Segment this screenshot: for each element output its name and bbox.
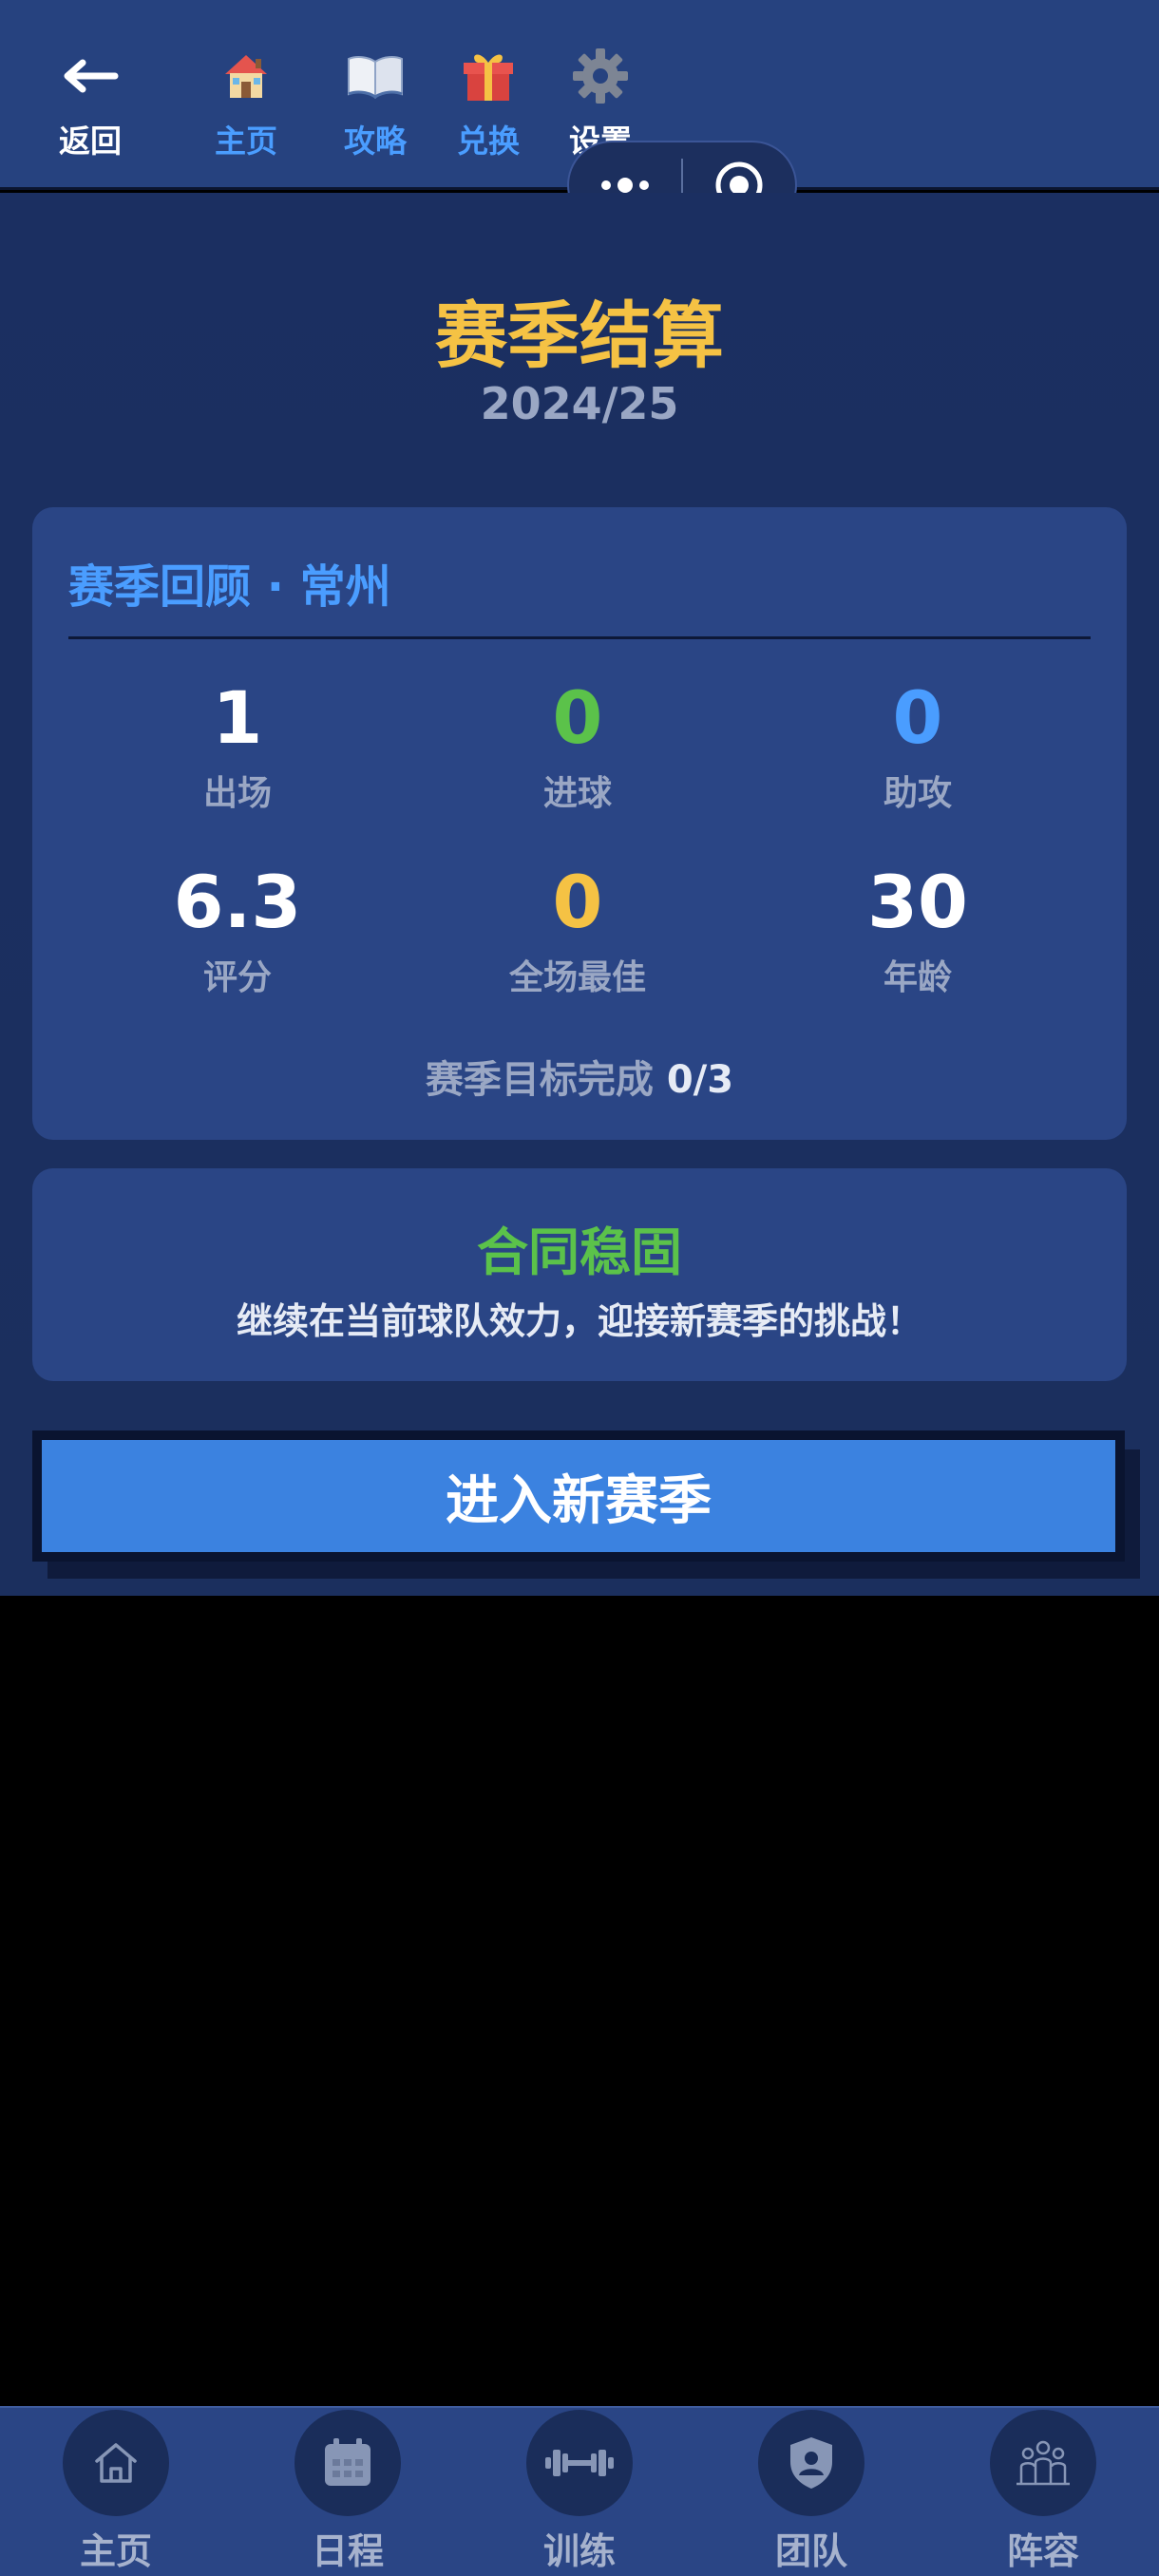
- review-heading: 赛季回顾 · 常州: [68, 560, 391, 614]
- calendar-icon: [325, 2438, 370, 2486]
- shield-user-icon: [790, 2437, 832, 2489]
- stat-goals-label: 进球: [542, 773, 612, 813]
- page-title: 赛季结算: [435, 294, 724, 378]
- stat-motm-label: 全场最佳: [508, 957, 646, 997]
- nav-home-button[interactable]: 主页: [184, 38, 308, 161]
- review-divider: [68, 636, 1091, 639]
- season-goal-value: 0/3: [666, 1058, 734, 1102]
- book-icon: [348, 56, 403, 99]
- stat-age-value: 30: [867, 860, 968, 944]
- stat-motm-value: 0: [552, 860, 603, 944]
- home-icon: [95, 2443, 137, 2483]
- contract-status-card: 合同稳固 继续在当前球队效力，迎接新赛季的挑战！: [32, 1168, 1127, 1381]
- enter-new-season-button[interactable]: 进入新赛季: [32, 1430, 1125, 1562]
- nav-back-label: 返回: [59, 123, 122, 160]
- contract-title: 合同稳固: [477, 1222, 682, 1282]
- nav-redeem-button[interactable]: 兑换: [427, 38, 550, 161]
- gear-icon: [573, 48, 628, 104]
- stat-assists-value: 0: [892, 675, 943, 760]
- season-goal-label: 赛季目标完成: [425, 1058, 654, 1102]
- tab-training[interactable]: 训练: [484, 2408, 674, 2574]
- back-arrow-icon: [64, 59, 119, 93]
- contract-message: 继续在当前球队效力，迎接新赛季的挑战！: [236, 1300, 922, 1342]
- stat-assists: 0 助攻: [775, 678, 1060, 815]
- nav-guide-label: 攻略: [344, 123, 407, 160]
- nav-home-label: 主页: [215, 123, 277, 160]
- nav-guide-button[interactable]: 攻略: [314, 38, 437, 161]
- house-icon: [225, 55, 267, 98]
- stat-motm: 0 全场最佳: [435, 862, 720, 999]
- stat-appearances-label: 出场: [202, 773, 272, 813]
- stat-rating-label: 评分: [202, 957, 272, 997]
- bottom-tab-bar: 主页 日程 训练 团队 阵容: [0, 2406, 1159, 2576]
- tab-home[interactable]: 主页: [21, 2408, 211, 2574]
- stat-goals-value: 0: [552, 675, 603, 760]
- tab-home-label: 主页: [79, 2530, 152, 2572]
- tab-team-label: 团队: [774, 2530, 847, 2572]
- season-review-card: 赛季回顾 · 常州 1 出场 0 进球 0 助攻 6.3 评分 0 全场最佳 3…: [32, 507, 1127, 1140]
- gift-icon: [464, 54, 513, 101]
- season-goal-progress: 赛季目标完成 0/3: [32, 1049, 1127, 1104]
- stat-appearances-value: 1: [212, 675, 263, 760]
- people-group-icon: [1016, 2440, 1070, 2486]
- stat-age: 30 年龄: [775, 862, 1060, 999]
- tab-schedule[interactable]: 日程: [253, 2408, 443, 2574]
- stat-appearances: 1 出场: [95, 678, 380, 815]
- stat-assists-label: 助攻: [883, 773, 952, 813]
- nav-redeem-label: 兑换: [457, 123, 520, 160]
- nav-back-button[interactable]: 返回: [28, 38, 152, 161]
- tab-lineup[interactable]: 阵容: [948, 2408, 1138, 2574]
- tab-team[interactable]: 团队: [716, 2408, 906, 2574]
- tab-lineup-label: 阵容: [1006, 2530, 1079, 2572]
- tab-schedule-label: 日程: [311, 2530, 384, 2572]
- tab-training-label: 训练: [542, 2530, 616, 2572]
- dumbbell-icon: [545, 2450, 614, 2476]
- stat-goals: 0 进球: [435, 678, 720, 815]
- more-dots-icon: [601, 178, 649, 193]
- stat-rating: 6.3 评分: [95, 862, 380, 999]
- stat-age-label: 年龄: [883, 957, 952, 997]
- stat-rating-value: 6.3: [173, 860, 302, 944]
- season-label: 2024/25: [480, 378, 679, 429]
